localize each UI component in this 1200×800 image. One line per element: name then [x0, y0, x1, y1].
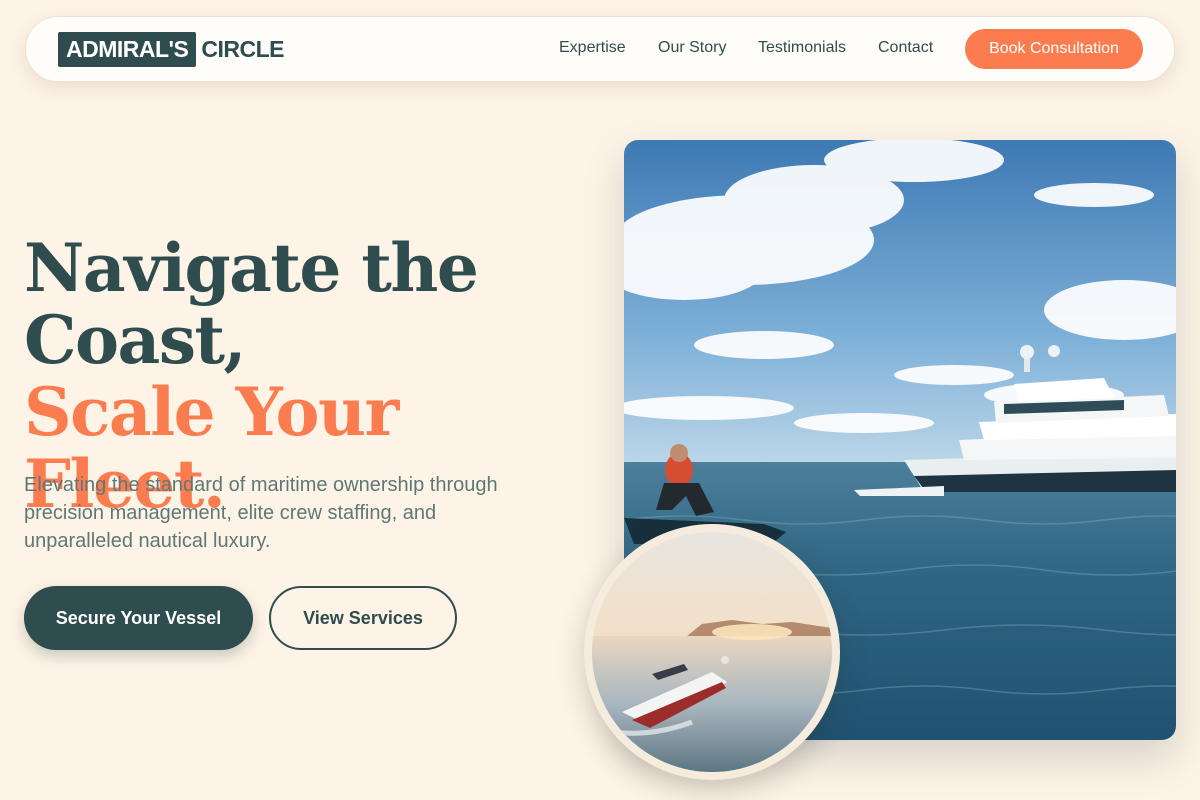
secure-vessel-button[interactable]: Secure Your Vessel: [24, 586, 253, 650]
view-services-button[interactable]: View Services: [269, 586, 457, 650]
nav-link-expertise[interactable]: Expertise: [559, 39, 626, 57]
top-navbar: ADMIRAL'S CIRCLE Expertise Our Story Tes…: [25, 16, 1175, 82]
logo[interactable]: ADMIRAL'S CIRCLE: [58, 32, 284, 67]
nav-link-our-story[interactable]: Our Story: [658, 39, 726, 57]
headline-line-1: Navigate the: [24, 229, 479, 307]
logo-text: CIRCLE: [201, 36, 284, 62]
hero-subtitle: Elevating the standard of maritime owner…: [24, 474, 498, 552]
book-consultation-button[interactable]: Book Consultation: [965, 29, 1143, 69]
nav-link-testimonials[interactable]: Testimonials: [758, 39, 846, 57]
logo-mark: ADMIRAL'S: [58, 32, 197, 67]
headline-line-2: Coast,: [24, 301, 246, 379]
speedboat-inset-image: [584, 524, 840, 780]
nav-link-contact[interactable]: Contact: [878, 39, 933, 57]
